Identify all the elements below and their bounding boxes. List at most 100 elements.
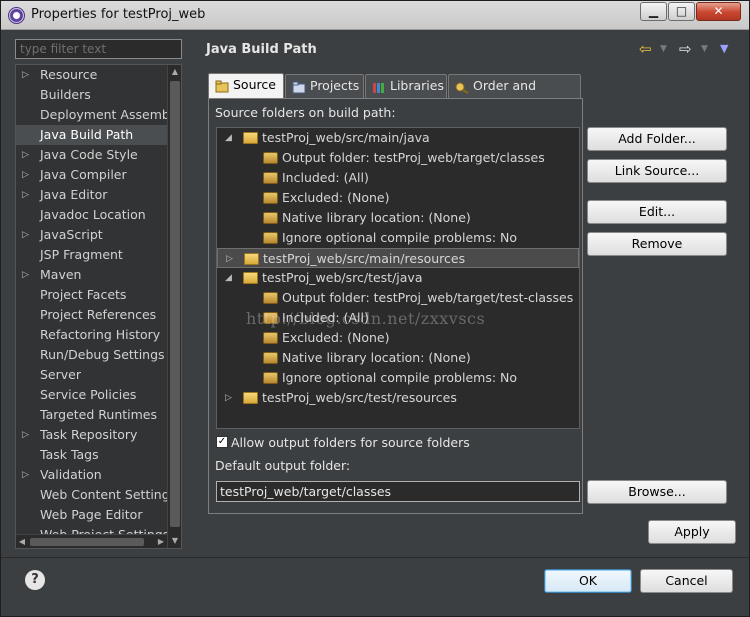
source-folder-icon (215, 78, 229, 93)
edit-button[interactable]: Edit... (587, 200, 727, 224)
tree-item-label: Output folder: testProj_web/target/class… (282, 150, 545, 165)
tree-item-label: Excluded: (None) (282, 330, 390, 345)
ok-button[interactable]: OK (544, 569, 632, 593)
nav-horizontal-scrollbar[interactable]: ◀ ▶ (16, 534, 167, 548)
folder-attribute-row[interactable]: Output folder: testProj_web/target/class… (217, 148, 579, 168)
sidebar-item[interactable]: Web Page Editor (16, 505, 167, 525)
tab-source-label: Source (233, 77, 276, 92)
folder-attribute-row[interactable]: Included: (All) (217, 168, 579, 188)
folder-attribute-row[interactable]: Native library location: (None) (217, 348, 579, 368)
expand-arrow-icon[interactable]: ▷ (22, 185, 29, 205)
sidebar-item[interactable]: ▷ Java Editor (16, 185, 167, 205)
scroll-up-icon[interactable]: ▲ (168, 65, 181, 79)
collapse-arrow-icon[interactable]: ◢ (225, 128, 235, 148)
forward-arrow-icon[interactable]: ⇨ (679, 39, 692, 59)
sidebar-item[interactable]: JSP Fragment (16, 245, 167, 265)
sidebar-item[interactable]: Service Policies (16, 385, 167, 405)
property-page-tree: ▷ Resource Builders Deployment Assembly Java… (15, 64, 182, 549)
folder-attribute-row[interactable]: Excluded: (None) (217, 328, 579, 348)
sidebar-item[interactable]: Deployment Assembly (16, 105, 181, 125)
sidebar-item[interactable]: ▷ Task Repository (16, 425, 167, 445)
expand-arrow-icon[interactable]: ▷ (22, 265, 29, 285)
folder-attribute-row[interactable]: Output folder: testProj_web/target/test-… (217, 288, 579, 308)
minimize-button[interactable]: ▁ (640, 2, 667, 21)
folder-attribute-row[interactable]: Ignore optional compile problems: No (217, 368, 579, 388)
apply-button[interactable]: Apply (648, 520, 736, 544)
source-folder-row[interactable]: ◢ testProj_web/src/main/java (217, 128, 579, 148)
sidebar-item-label: Targeted Runtimes (40, 407, 157, 422)
tree-item-label: Native library location: (None) (282, 210, 471, 225)
scroll-thumb[interactable] (170, 81, 180, 527)
remove-button[interactable]: Remove (587, 232, 727, 256)
tab-libraries[interactable]: Libraries (365, 74, 447, 98)
expand-arrow-icon[interactable]: ▷ (22, 165, 29, 185)
sidebar-item[interactable]: Run/Debug Settings (16, 345, 167, 365)
forward-dropdown-icon[interactable]: ▼ (701, 39, 708, 59)
expand-arrow-icon[interactable]: ▷ (22, 145, 29, 165)
sidebar-item[interactable]: ▷ Java Compiler (16, 165, 167, 185)
tab-projects[interactable]: Projects (285, 74, 364, 98)
sidebar-item[interactable]: Refactoring History (16, 325, 167, 345)
sidebar-item[interactable]: Task Tags (16, 445, 167, 465)
sidebar-item-label: JavaScript (40, 227, 103, 242)
back-dropdown-icon[interactable]: ▼ (660, 39, 667, 59)
add-folder-button[interactable]: Add Folder... (587, 127, 727, 151)
sidebar-item[interactable]: ▷ Java Code Style (16, 145, 167, 165)
libraries-icon (372, 79, 386, 93)
expand-arrow-icon[interactable]: ▷ (22, 225, 29, 245)
expand-arrow-icon[interactable]: ▷ (225, 388, 235, 408)
browse-button[interactable]: Browse... (587, 480, 727, 504)
scroll-left-icon[interactable]: ◀ (16, 535, 28, 548)
sidebar-item[interactable]: Java Build Path (16, 125, 167, 145)
watermark-text: http://blog.csdn.net/zxxvscs (246, 309, 486, 328)
folder-attribute-row[interactable]: Excluded: (None) (217, 188, 579, 208)
allow-output-label: Allow output folders for source folders (231, 435, 470, 450)
source-folder-row[interactable]: ▷ testProj_web/src/test/resources (217, 388, 579, 408)
sidebar-item[interactable]: Web Content Settings (16, 485, 176, 505)
sidebar-item[interactable]: ▷ Maven (16, 265, 167, 285)
scroll-right-icon[interactable]: ▶ (155, 535, 167, 548)
title-bar[interactable]: Properties for testProj_web ▁ □ ✕ (1, 1, 749, 30)
collapse-arrow-icon[interactable]: ◢ (225, 268, 235, 288)
sidebar-item[interactable]: Project Facets (16, 285, 167, 305)
folder-attribute-row[interactable]: Native library location: (None) (217, 208, 579, 228)
source-folder-row[interactable]: ◢ testProj_web/src/test/java (217, 268, 579, 288)
link-source-button[interactable]: Link Source... (587, 159, 727, 183)
sidebar-item[interactable]: ▷ Resource (16, 65, 167, 85)
help-icon[interactable]: ? (25, 570, 45, 590)
sidebar-item[interactable]: Targeted Runtimes (16, 405, 167, 425)
nav-vertical-scrollbar[interactable]: ▲ ▼ (167, 65, 181, 548)
cancel-button[interactable]: Cancel (640, 569, 733, 593)
tree-item-label: testProj_web/src/test/java (262, 270, 423, 285)
sidebar-item[interactable]: Server (16, 365, 167, 385)
source-folder-tree[interactable]: ◢ testProj_web/src/main/java Output folder… (216, 127, 580, 429)
sidebar-item[interactable]: ▷ Validation (16, 465, 167, 485)
tab-source[interactable]: Source (208, 73, 284, 99)
expand-arrow-icon[interactable]: ▷ (226, 249, 236, 269)
maximize-button[interactable]: □ (668, 2, 695, 21)
allow-output-checkbox[interactable]: ✓ (216, 436, 228, 448)
back-arrow-icon[interactable]: ⇦ (639, 39, 652, 59)
sidebar-item[interactable]: Builders (16, 85, 167, 105)
properties-dialog: Properties for testProj_web ▁ □ ✕ type f… (0, 0, 750, 617)
package-folder-icon (243, 392, 258, 404)
sidebar-item-label: Javadoc Location (40, 207, 146, 222)
folder-attribute-row[interactable]: Ignore optional compile problems: No (217, 228, 579, 248)
hscroll-thumb[interactable] (30, 538, 144, 546)
sidebar-item-label: Java Compiler (40, 167, 127, 182)
scroll-down-icon[interactable]: ▼ (168, 534, 181, 548)
sidebar-item[interactable]: Project References (16, 305, 167, 325)
view-menu-icon[interactable]: ▼ (720, 39, 728, 59)
sidebar-item[interactable]: ▷ JavaScript (16, 225, 167, 245)
expand-arrow-icon[interactable]: ▷ (22, 425, 29, 445)
expand-arrow-icon[interactable]: ▷ (22, 465, 29, 485)
close-button[interactable]: ✕ (696, 2, 741, 21)
tree-item-label: Ignore optional compile problems: No (282, 230, 518, 245)
sidebar-item-label: Project References (40, 307, 157, 322)
sidebar-item[interactable]: Javadoc Location (16, 205, 167, 225)
tab-order-export[interactable]: Order and Export (448, 74, 581, 115)
expand-arrow-icon[interactable]: ▷ (22, 65, 29, 85)
source-folder-row[interactable]: ▷ testProj_web/src/main/resources (217, 248, 579, 268)
default-output-field[interactable]: testProj_web/target/classes (216, 481, 580, 502)
filter-input[interactable]: type filter text (15, 39, 182, 59)
